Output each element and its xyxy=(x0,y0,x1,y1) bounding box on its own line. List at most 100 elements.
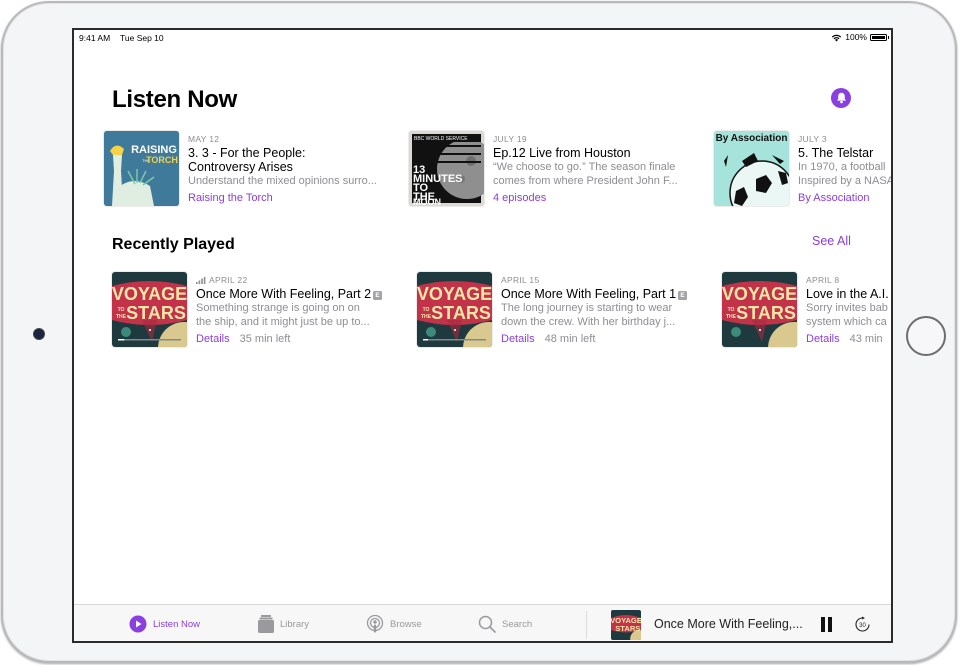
tab-bar: Listen Now Library Browse Search VOYAGE … xyxy=(74,604,891,641)
progress-fill xyxy=(118,339,125,341)
tab-bar-divider xyxy=(586,611,587,639)
see-all-link[interactable]: See All xyxy=(812,234,851,248)
artwork-text: MOON xyxy=(413,197,441,206)
tab-label: Listen Now xyxy=(153,618,200,630)
show-link[interactable]: By Association xyxy=(798,191,891,205)
featured-episode[interactable]: BBC WORLD SERVICE 13 MINUTES TO THE MOON… xyxy=(409,131,699,211)
artwork-text: THE xyxy=(726,314,737,320)
home-button[interactable] xyxy=(906,316,946,356)
progress-fill xyxy=(423,339,428,341)
pause-icon-bar xyxy=(828,617,832,632)
artwork-text: TO xyxy=(728,307,735,313)
voyage-to-the-stars-artwork: VOYAGE STARS xyxy=(611,610,641,640)
episode-title-line2: Controversy Arises xyxy=(188,160,293,174)
explicit-badge: E xyxy=(373,291,383,300)
episode-title: Ep.12 Live from Houston xyxy=(493,146,631,160)
time-left: 48 min left xyxy=(544,333,596,345)
voyage-to-the-stars-artwork: VOYAGE TO THE STARS xyxy=(112,272,187,347)
skip-seconds: 30 xyxy=(859,623,866,629)
skip-forward-button[interactable]: 30 xyxy=(854,616,871,633)
battery-percent: 100% xyxy=(845,32,867,42)
mini-player-title[interactable]: Once More With Feeling,... xyxy=(654,617,803,631)
episode-artwork: RAISING THE TORCH xyxy=(104,131,179,206)
status-date: Tue Sep 10 xyxy=(120,33,164,43)
episode-description: Sorry invites bab xyxy=(806,302,888,314)
section-title-recently-played: Recently Played xyxy=(112,236,235,253)
artwork-text: TORCH xyxy=(146,155,178,165)
tab-search[interactable]: Search xyxy=(478,605,532,641)
artwork-text: VOYAGE xyxy=(722,284,797,304)
artwork-text: TO xyxy=(118,307,125,313)
episodes-link[interactable]: 4 episodes xyxy=(493,191,678,205)
tab-library[interactable]: Library xyxy=(258,605,309,641)
library-icon xyxy=(258,615,274,633)
artwork-text: By Association xyxy=(716,133,788,144)
details-link[interactable]: Details xyxy=(196,332,230,346)
voyage-to-the-stars-artwork: VOYAGE TO THE STARS xyxy=(417,272,492,347)
artwork-text: TO xyxy=(423,307,430,313)
tab-listen-now[interactable]: Listen Now xyxy=(129,605,200,641)
mini-player-artwork[interactable]: VOYAGE STARS xyxy=(611,610,641,640)
featured-episode[interactable]: RAISING THE TORCH MAY 12 3. 3 - For the … xyxy=(104,131,394,211)
episode-title: Once More With Feeling, Part 2 xyxy=(196,287,372,301)
episode-description: “We choose to go.” The season finale xyxy=(493,161,676,173)
artwork-text: STARS xyxy=(736,303,796,323)
episode-description-line2: down the crew. With her birthday j... xyxy=(501,316,676,328)
now-playing-icon xyxy=(196,276,206,284)
artwork-text: STARS xyxy=(126,303,186,323)
tab-browse[interactable]: Browse xyxy=(366,605,422,641)
progress-track xyxy=(423,339,486,341)
status-bar: 9:41 AM Tue Sep 10 100% xyxy=(74,30,891,46)
explicit-badge: E xyxy=(678,291,688,300)
episode-artwork: VOYAGE TO THE STARS xyxy=(722,272,797,347)
episode-description-line2: Inspired by a NASA xyxy=(798,175,893,187)
featured-episode[interactable]: By Association JULY 3 5. The Telstar In … xyxy=(714,131,893,211)
battery-icon xyxy=(870,33,889,41)
ipad-frame: 9:41 AM Tue Sep 10 100% Listen Now RAISI… xyxy=(1,1,957,663)
episode-description-line2: system which ca xyxy=(806,316,887,328)
show-link[interactable]: Raising the Torch xyxy=(188,191,377,205)
pause-icon-bar xyxy=(821,617,825,632)
tab-label: Browse xyxy=(390,618,422,630)
episode-title: 5. The Telstar xyxy=(798,146,874,160)
episode-date: MAY 12 xyxy=(188,134,220,144)
recently-played-item[interactable]: VOYAGE TO THE STARS APRIL 8 Love in the … xyxy=(722,272,889,350)
bell-icon xyxy=(836,92,846,104)
episode-date: JULY 3 xyxy=(798,134,827,144)
episode-artwork: VOYAGE TO THE STARS xyxy=(112,272,187,347)
raising-the-torch-artwork: RAISING THE TORCH xyxy=(104,131,179,206)
skip-forward-30-icon: 30 xyxy=(855,616,870,632)
details-link[interactable]: Details xyxy=(501,332,535,346)
artwork-text: VOYAGE xyxy=(112,284,187,304)
notifications-button[interactable] xyxy=(831,88,851,108)
episode-description: The long journey is starting to wear xyxy=(501,302,673,314)
episode-title: 3. 3 - For the People: xyxy=(188,146,306,160)
front-camera xyxy=(34,329,44,339)
page-title: Listen Now xyxy=(112,86,238,113)
by-association-artwork: By Association xyxy=(714,131,789,206)
episode-description-line2: the ship, and it might just be up to... xyxy=(196,316,370,328)
svg-text:STARS: STARS xyxy=(615,624,640,633)
recently-played-item[interactable]: VOYAGE TO THE STARS APRIL 15 Once More W… xyxy=(417,272,707,350)
screen: 9:41 AM Tue Sep 10 100% Listen Now RAISI… xyxy=(72,28,893,643)
progress-track xyxy=(118,339,181,341)
voyage-to-the-stars-artwork: VOYAGE TO THE STARS xyxy=(722,272,797,347)
episode-date: APRIL 22 xyxy=(209,275,248,285)
time-left: 35 min left xyxy=(239,333,291,345)
recently-played-item[interactable]: VOYAGE TO THE STARS APRIL 22 Once More W… xyxy=(112,272,402,350)
artwork-text: THE xyxy=(421,314,432,320)
episode-date: APRIL 8 xyxy=(806,275,840,285)
artwork-text: VOYAGE xyxy=(417,284,492,304)
status-time: 9:41 AM xyxy=(79,33,111,43)
wifi-icon xyxy=(832,34,842,42)
details-link[interactable]: Details xyxy=(806,332,840,346)
episode-description: Understand the mixed opinions surro... xyxy=(188,175,377,187)
episode-title: Love in the A.I. xyxy=(806,287,889,301)
episode-description: Something strange is going on on xyxy=(196,302,360,314)
episode-description: In 1970, a football xyxy=(798,161,886,173)
time-left: 43 min xyxy=(849,333,883,345)
pause-button[interactable] xyxy=(821,617,835,632)
artwork-badge: BBC WORLD SERVICE xyxy=(414,136,468,142)
search-icon xyxy=(478,615,496,633)
episode-date: APRIL 15 xyxy=(501,275,540,285)
